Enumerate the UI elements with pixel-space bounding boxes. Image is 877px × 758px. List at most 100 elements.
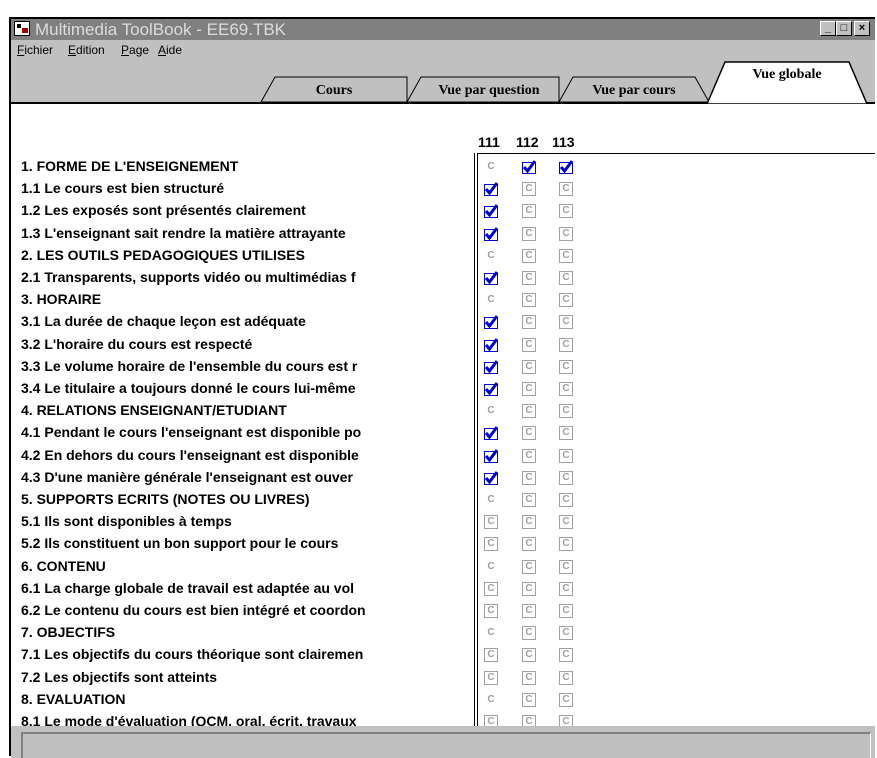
checkbox-unchecked[interactable]: C — [484, 581, 498, 596]
checkbox-checked[interactable] — [484, 204, 498, 219]
checkbox-unchecked[interactable]: C — [522, 382, 536, 396]
checkbox-checked[interactable] — [484, 226, 498, 241]
checkbox-checked[interactable] — [484, 271, 498, 285]
checkbox-unchecked[interactable]: C — [522, 293, 536, 308]
checkbox-unchecked[interactable]: C — [522, 426, 536, 441]
app-icon[interactable] — [14, 21, 30, 36]
checkbox-unchecked[interactable]: C — [522, 559, 536, 574]
maximize-button[interactable]: □ — [836, 21, 852, 36]
checkbox-unchecked[interactable]: C — [559, 182, 573, 197]
checkbox-unchecked[interactable]: C — [559, 404, 573, 419]
menu-edition[interactable]: Edition — [68, 43, 105, 57]
checkbox-unchecked[interactable]: C — [522, 315, 536, 330]
checkbox-unchecked[interactable]: C — [559, 692, 573, 707]
checkbox-unchecked[interactable]: C — [559, 248, 573, 263]
section-row: 5. SUPPORTS ECRITS (NOTES OU LIVRES) — [19, 489, 474, 511]
checkbox-checked[interactable] — [484, 426, 498, 441]
checkbox-unchecked[interactable]: C — [522, 670, 536, 685]
tab-cours[interactable]: Cours — [260, 76, 408, 103]
grid-top-line — [474, 153, 875, 154]
checkbox-unchecked[interactable]: C — [522, 404, 536, 419]
title-bar[interactable]: Multimedia ToolBook - EE69.TBK _ □ × — [11, 19, 875, 40]
checkbox-disabled[interactable]: C — [484, 404, 498, 418]
checkbox-unchecked[interactable]: C — [559, 604, 573, 618]
checkbox-unchecked[interactable]: C — [522, 359, 536, 374]
checkbox-unchecked[interactable]: C — [522, 337, 536, 352]
checkbox-unchecked[interactable]: C — [559, 271, 573, 285]
checkbox-unchecked[interactable]: C — [522, 515, 536, 530]
checkbox-checked[interactable] — [484, 470, 498, 485]
window-title: Multimedia ToolBook - EE69.TBK — [35, 20, 287, 39]
checkbox-unchecked[interactable]: C — [559, 426, 573, 441]
checkbox-disabled[interactable]: C — [484, 293, 498, 307]
checkbox-checked[interactable] — [484, 315, 498, 330]
checkbox-unchecked[interactable]: C — [522, 182, 536, 197]
menu-aide[interactable]: Aide — [158, 43, 182, 57]
checkbox-checked[interactable] — [484, 337, 498, 352]
checkbox-disabled[interactable]: C — [484, 693, 498, 707]
checkbox-unchecked[interactable]: C — [559, 204, 573, 219]
checkbox-unchecked[interactable]: C — [559, 226, 573, 241]
checkbox-unchecked[interactable]: C — [522, 604, 536, 618]
tab-vue-par-question[interactable]: Vue par question — [406, 76, 560, 103]
checkbox-unchecked[interactable]: C — [559, 626, 573, 641]
checkbox-checked[interactable] — [559, 160, 573, 174]
checkbox-unchecked[interactable]: C — [522, 626, 536, 641]
checkbox-unchecked[interactable]: C — [559, 293, 573, 308]
checkbox-disabled[interactable]: C — [484, 160, 498, 174]
checkbox-unchecked[interactable]: C — [559, 581, 573, 596]
checkbox-unchecked[interactable]: C — [559, 382, 573, 396]
checkbox-unchecked[interactable]: C — [559, 537, 573, 552]
tab-vue-globale[interactable]: Vue globale — [705, 61, 869, 105]
section-row: 6. CONTENU — [19, 556, 474, 578]
checkbox-disabled[interactable]: C — [484, 560, 498, 574]
checkbox-unchecked[interactable]: C — [559, 359, 573, 374]
tab-vue-par-cours[interactable]: Vue par cours — [558, 76, 710, 103]
checkbox-unchecked[interactable]: C — [522, 537, 536, 552]
menu-fichier[interactable]: Fichier — [17, 43, 53, 57]
close-button[interactable]: × — [854, 21, 870, 36]
checkbox-unchecked[interactable]: C — [484, 670, 498, 685]
checkbox-unchecked[interactable]: C — [559, 493, 573, 507]
checkbox-unchecked[interactable]: C — [522, 271, 536, 285]
checkbox-unchecked[interactable]: C — [522, 648, 536, 663]
checkbox-unchecked[interactable]: C — [522, 581, 536, 596]
section-label: 4. RELATIONS ENSEIGNANT/ETUDIANT — [21, 402, 287, 419]
checkbox-unchecked[interactable]: C — [559, 337, 573, 352]
status-field — [21, 732, 871, 758]
checkbox-unchecked[interactable]: C — [559, 670, 573, 685]
tab-strip: Cours Vue par question Vue par cours Vue… — [11, 60, 875, 105]
checkbox-unchecked[interactable]: C — [559, 315, 573, 330]
checkbox-unchecked[interactable]: C — [522, 493, 536, 507]
checkbox-disabled[interactable]: C — [484, 493, 498, 507]
checkbox-unchecked[interactable]: C — [522, 692, 536, 707]
minimize-button[interactable]: _ — [820, 21, 836, 36]
checkbox-disabled[interactable]: C — [484, 249, 498, 263]
checkbox-checked[interactable] — [484, 359, 498, 374]
checkbox-unchecked[interactable]: C — [559, 470, 573, 485]
question-row: 3.2 L'horaire du cours est respecté — [19, 334, 474, 356]
checkbox-unchecked[interactable]: C — [559, 448, 573, 463]
checkbox-checked[interactable] — [484, 382, 498, 396]
checkbox-unchecked[interactable]: C — [559, 648, 573, 663]
checkbox-disabled[interactable]: C — [484, 626, 498, 640]
checkbox-unchecked[interactable]: C — [484, 648, 498, 663]
menu-page[interactable]: Page — [121, 43, 149, 57]
checkbox-unchecked[interactable]: C — [559, 515, 573, 530]
checkbox-unchecked[interactable]: C — [484, 604, 498, 618]
checkbox-unchecked[interactable]: C — [484, 537, 498, 552]
question-label: 4.1 Pendant le cours l'enseignant est di… — [21, 424, 362, 441]
checkbox-unchecked[interactable]: C — [484, 515, 498, 530]
checkbox-checked[interactable] — [484, 448, 498, 463]
checkbox-unchecked[interactable]: C — [559, 559, 573, 574]
question-label: 4.3 D'une manière générale l'enseignant … — [21, 468, 353, 485]
checkbox-unchecked[interactable]: C — [522, 248, 536, 263]
checkbox-unchecked[interactable]: C — [522, 204, 536, 219]
question-label: 3.3 Le volume horaire de l'ensemble du c… — [21, 357, 358, 374]
checkbox-unchecked[interactable]: C — [522, 226, 536, 241]
checkbox-checked[interactable] — [522, 160, 536, 174]
checkbox-checked[interactable] — [484, 182, 498, 197]
checkbox-unchecked[interactable]: C — [522, 470, 536, 485]
checkbox-unchecked[interactable]: C — [522, 448, 536, 463]
question-row: 1.1 Le cours est bien structuré — [19, 178, 474, 200]
